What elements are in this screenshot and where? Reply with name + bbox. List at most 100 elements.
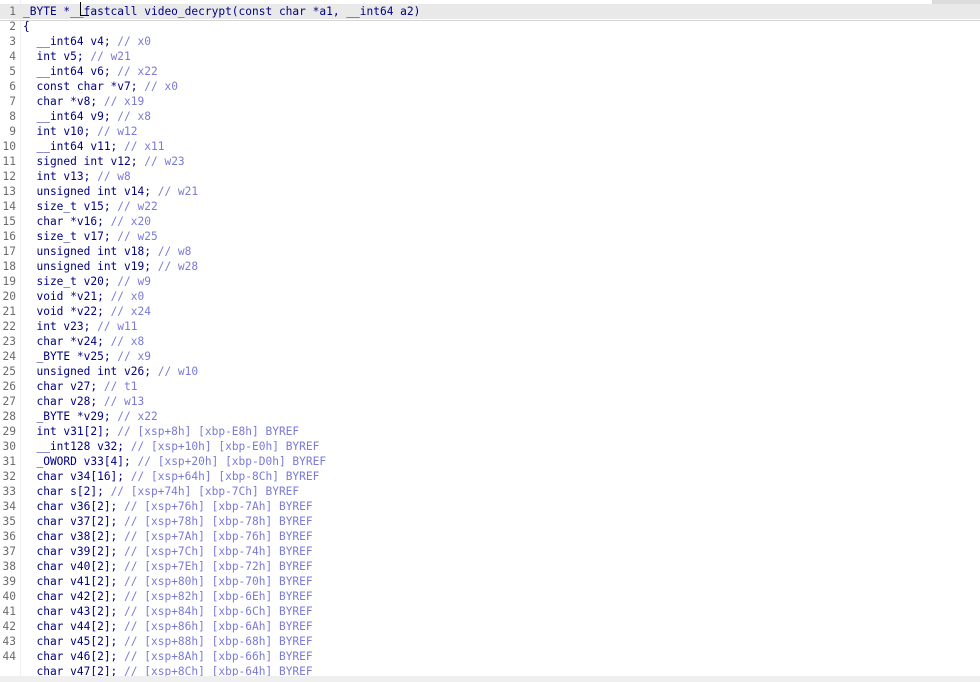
code-comment: // x22 <box>117 410 158 423</box>
line-number: 43 <box>2 635 16 648</box>
code-statement: unsigned int v19; <box>23 260 158 273</box>
code-statement: unsigned int v26; <box>23 365 158 378</box>
code-comment: // x8 <box>110 335 145 348</box>
code-line[interactable]: 14 size_t v15; // w22 <box>0 199 980 214</box>
code-line[interactable]: 20 void *v21; // x0 <box>0 289 980 304</box>
code-line[interactable]: 31 _OWORD v33[4]; // [xsp+20h] [xbp-D0h]… <box>0 454 980 469</box>
code-line[interactable]: 29 int v31[2]; // [xsp+8h] [xbp-E8h] BYR… <box>0 424 980 439</box>
code-statement: char v34[16]; <box>23 470 131 483</box>
code-line[interactable]: 39 char v41[2]; // [xsp+80h] [xbp-70h] B… <box>0 574 980 589</box>
code-line[interactable]: 23 char *v24; // x8 <box>0 334 980 349</box>
code-statement: char v45[2]; <box>23 635 125 648</box>
code-statement: __int128 v32; <box>23 440 131 453</box>
code-statement: const char *v7; <box>23 80 145 93</box>
code-statement: size_t v20; <box>23 275 118 288</box>
code-text: char v37[2]; // [xsp+78h] [xbp-78h] BYRE… <box>23 514 312 529</box>
code-line[interactable]: 11 signed int v12; // w23 <box>0 154 980 169</box>
code-statement: char v41[2]; <box>23 575 125 588</box>
code-text: void *v22; // x24 <box>23 304 151 319</box>
code-line[interactable]: 32 char v34[16]; // [xsp+64h] [xbp-8Ch] … <box>0 469 980 484</box>
code-statement: char s[2]; <box>23 485 111 498</box>
code-line[interactable]: 40 char v42[2]; // [xsp+82h] [xbp-6Eh] B… <box>0 589 980 604</box>
code-line[interactable]: 15 char *v16; // x20 <box>0 214 980 229</box>
code-line[interactable]: 7 char *v8; // x19 <box>0 94 980 109</box>
code-statement: __int64 v9; <box>23 110 118 123</box>
code-line[interactable]: 21 void *v22; // x24 <box>0 304 980 319</box>
code-statement: char v44[2]; <box>23 620 125 633</box>
code-line[interactable]: 5 __int64 v6; // x22 <box>0 64 980 79</box>
code-line[interactable]: 44 char v46[2]; // [xsp+8Ah] [xbp-66h] B… <box>0 649 980 664</box>
line-number: 28 <box>2 410 16 423</box>
code-comment: // w12 <box>97 125 138 138</box>
code-line[interactable]: 19 size_t v20; // w9 <box>0 274 980 289</box>
code-line[interactable]: 17 unsigned int v18; // w8 <box>0 244 980 259</box>
code-line[interactable]: 37 char v39[2]; // [xsp+7Ch] [xbp-74h] B… <box>0 544 980 559</box>
code-line[interactable]: 4 int v5; // w21 <box>0 49 980 64</box>
code-statement: size_t v17; <box>23 230 118 243</box>
code-comment: // [xsp+7Eh] [xbp-72h] BYREF <box>124 560 313 573</box>
code-line[interactable]: 26 char v27; // t1 <box>0 379 980 394</box>
line-number: 14 <box>2 200 16 213</box>
line-number: 37 <box>2 545 16 558</box>
code-line[interactable]: 30 __int128 v32; // [xsp+10h] [xbp-E0h] … <box>0 439 980 454</box>
code-comment: // [xsp+8Ah] [xbp-66h] BYREF <box>124 650 313 663</box>
code-line[interactable]: 24 _BYTE *v25; // x9 <box>0 349 980 364</box>
code-comment: // x0 <box>110 290 145 303</box>
code-comment: // [xsp+20h] [xbp-D0h] BYREF <box>137 455 327 468</box>
line-number: 31 <box>2 455 16 468</box>
pseudocode-view[interactable]: 1 _BYTE *__fastcall video_decrypt(const c… <box>0 0 980 682</box>
line-number: 9 <box>9 125 16 138</box>
line-number: 4 <box>9 50 16 63</box>
code-statement: char v27; <box>23 380 104 393</box>
code-comment: // [xsp+88h] [xbp-68h] BYREF <box>124 635 313 648</box>
code-line[interactable]: 35 char v37[2]; // [xsp+78h] [xbp-78h] B… <box>0 514 980 529</box>
line-number: 35 <box>2 515 16 528</box>
code-statement: signed int v12; <box>23 155 145 168</box>
line-number: 34 <box>2 500 16 513</box>
horizontal-scrollbar[interactable] <box>0 676 980 682</box>
code-line[interactable]: 25 unsigned int v26; // w10 <box>0 364 980 379</box>
code-statement: void *v21; <box>23 290 111 303</box>
code-statement: int v31[2]; <box>23 425 118 438</box>
code-statement: int v23; <box>23 320 98 333</box>
code-line[interactable]: 16 size_t v17; // w25 <box>0 229 980 244</box>
code-text: char *v8; // x19 <box>23 94 144 109</box>
code-line[interactable]: 41 char v43[2]; // [xsp+84h] [xbp-6Ch] B… <box>0 604 980 619</box>
code-statement: unsigned int v18; <box>23 245 158 258</box>
code-comment: // [xsp+86h] [xbp-6Ah] BYREF <box>124 620 313 633</box>
code-line[interactable]: 18 unsigned int v19; // w28 <box>0 259 980 274</box>
code-line[interactable]: 33 char s[2]; // [xsp+74h] [xbp-7Ch] BYR… <box>0 484 980 499</box>
code-statement: unsigned int v14; <box>23 185 158 198</box>
code-comment: // w10 <box>157 365 199 378</box>
code-comment: // [xsp+8h] [xbp-E8h] BYREF <box>117 425 300 438</box>
code-line[interactable]: 13 unsigned int v14; // w21 <box>0 184 980 199</box>
code-text: void *v21; // x0 <box>23 289 144 304</box>
code-line[interactable]: 12 int v13; // w8 <box>0 169 980 184</box>
code-line[interactable]: 28 _BYTE *v29; // x22 <box>0 409 980 424</box>
code-line[interactable]: 43 char v45[2]; // [xsp+88h] [xbp-68h] B… <box>0 634 980 649</box>
code-line[interactable]: 3 __int64 v4; // x0 <box>0 34 980 49</box>
code-line[interactable]: 42 char v44[2]; // [xsp+86h] [xbp-6Ah] B… <box>0 619 980 634</box>
code-statement: char *v8; <box>23 95 104 108</box>
code-line[interactable]: 34 char v36[2]; // [xsp+76h] [xbp-7Ah] B… <box>0 499 980 514</box>
code-line[interactable]: 38 char v40[2]; // [xsp+7Eh] [xbp-72h] B… <box>0 559 980 574</box>
code-line[interactable]: 36 char v38[2]; // [xsp+7Ah] [xbp-76h] B… <box>0 529 980 544</box>
code-line[interactable]: 10 __int64 v11; // x11 <box>0 139 980 154</box>
code-line[interactable]: 2{ <box>0 19 980 34</box>
code-line[interactable]: 27 char v28; // w13 <box>0 394 980 409</box>
code-text: const char *v7; // x0 <box>23 79 177 94</box>
code-line[interactable]: 22 int v23; // w11 <box>0 319 980 334</box>
code-line[interactable]: 6 const char *v7; // x0 <box>0 79 980 94</box>
text-cursor <box>80 2 89 16</box>
code-comment: // [xsp+84h] [xbp-6Ch] BYREF <box>124 605 313 618</box>
code-text: char v45[2]; // [xsp+88h] [xbp-68h] BYRE… <box>23 634 313 649</box>
code-line[interactable]: 8 __int64 v9; // x8 <box>0 109 980 124</box>
code-comment: // x0 <box>117 35 151 48</box>
code-comment: // w21 <box>90 50 131 63</box>
code-statement: char *v16; <box>23 215 111 228</box>
code-text: char v39[2]; // [xsp+7Ch] [xbp-74h] BYRE… <box>23 544 312 559</box>
function-signature-line[interactable]: 1 _BYTE *__fastcall video_decrypt(const c… <box>0 4 980 21</box>
code-comment: // w25 <box>117 230 158 243</box>
line-number: 2 <box>9 20 16 33</box>
code-line[interactable]: 9 int v10; // w12 <box>0 124 980 139</box>
